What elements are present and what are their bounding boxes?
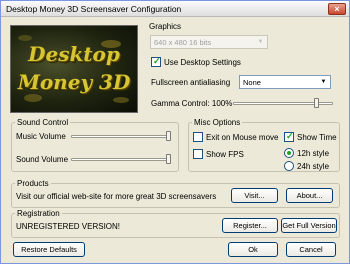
24h-style-label: 24h style: [297, 162, 330, 171]
fsaa-label: Fullscreen antialiasing: [151, 78, 231, 87]
register-button[interactable]: Register...: [222, 218, 278, 233]
ok-button[interactable]: Ok: [228, 242, 278, 257]
show-fps-checkbox[interactable]: [193, 149, 203, 159]
show-fps-label: Show FPS: [206, 150, 244, 159]
exit-on-mouse-checkbox[interactable]: [193, 132, 203, 142]
resolution-value: 640 x 480 16 bits: [154, 38, 212, 47]
fsaa-select[interactable]: None ▼: [239, 75, 331, 89]
24h-style-radio[interactable]: [284, 161, 294, 171]
preview-logo-line-1: Desktop: [28, 42, 120, 66]
preview-logo-line-2: Money 3D: [17, 70, 131, 94]
show-time-label: Show Time: [297, 133, 337, 142]
use-desktop-settings-checkbox[interactable]: [151, 56, 161, 67]
sound-volume-label: Sound Volume: [16, 155, 69, 164]
registration-status: UNREGISTERED VERSION!: [16, 222, 121, 231]
about-button[interactable]: About...: [286, 188, 333, 203]
visit-button[interactable]: Visit...: [231, 188, 278, 203]
window-title: Desktop Money 3D Screensaver Configurati…: [6, 4, 182, 14]
gamma-label: Gamma Control: 100%: [151, 99, 233, 108]
preview-image: Desktop Money 3D: [10, 25, 138, 113]
graphics-title: Graphics: [149, 22, 182, 31]
use-desktop-settings-label: Use Desktop Settings: [164, 58, 241, 67]
fsaa-value: None: [243, 78, 261, 87]
config-window: Desktop Money 3D Screensaver Configurati…: [0, 0, 350, 264]
cancel-button[interactable]: Cancel: [286, 242, 336, 257]
chevron-down-icon: ▼: [320, 79, 327, 85]
close-icon[interactable]: ×: [328, 3, 346, 15]
resolution-select[interactable]: 640 x 480 16 bits ▼: [150, 35, 268, 49]
sound-control-group: [11, 122, 179, 172]
12h-style-radio[interactable]: [284, 148, 294, 158]
products-title: Products: [15, 179, 51, 188]
music-volume-thumb[interactable]: [166, 131, 171, 141]
exit-on-mouse-label: Exit on Mouse move: [206, 133, 279, 142]
music-volume-track: [71, 135, 171, 138]
registration-title: Registration: [15, 209, 62, 218]
gamma-slider-thumb[interactable]: [313, 98, 319, 108]
products-text: Visit our official web-site for more gre…: [16, 192, 217, 201]
sound-volume-track: [71, 158, 171, 161]
misc-options-title: Misc Options: [192, 118, 243, 127]
sound-control-title: Sound Control: [15, 118, 71, 127]
title-bar[interactable]: Desktop Money 3D Screensaver Configurati…: [1, 1, 349, 17]
music-volume-label: Music Volume: [16, 132, 66, 141]
show-time-checkbox[interactable]: [284, 131, 294, 142]
restore-defaults-button[interactable]: Restore Defaults: [13, 242, 85, 257]
12h-style-label: 12h style: [297, 149, 330, 158]
get-full-version-button[interactable]: Get Full Version: [281, 218, 337, 233]
chevron-down-icon: ▼: [257, 39, 264, 45]
sound-volume-thumb[interactable]: [166, 154, 171, 164]
